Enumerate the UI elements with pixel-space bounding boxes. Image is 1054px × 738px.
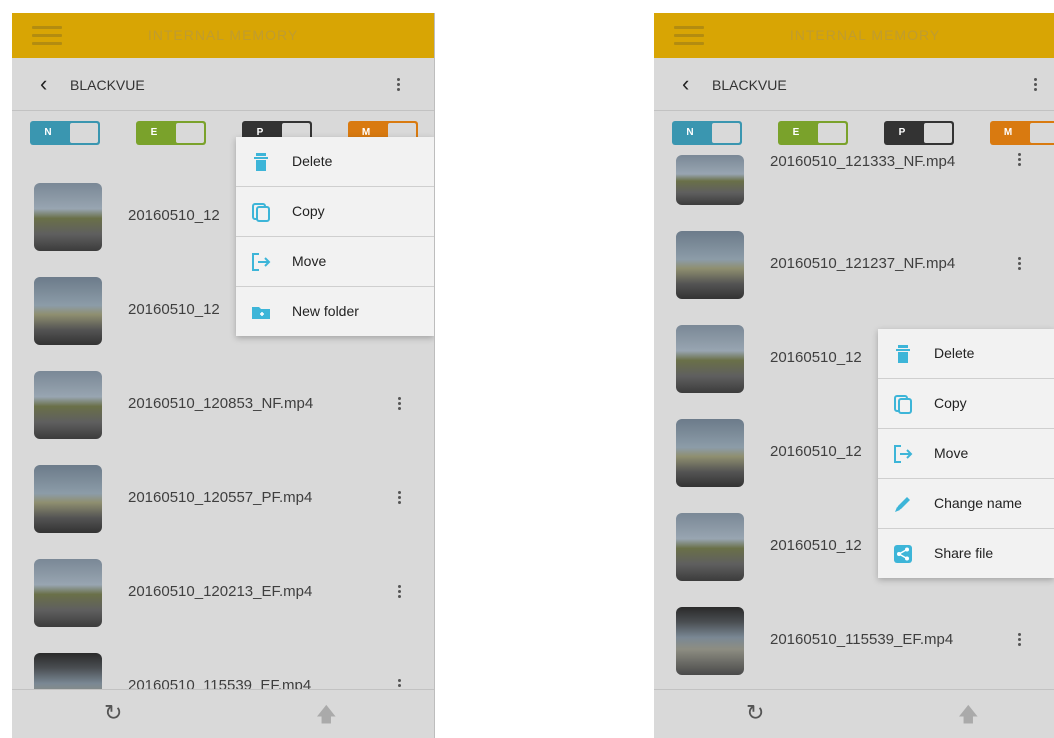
phone-screen-right: INTERNAL MEMORY ‹ BLACKVUE N E P M 20160…: [654, 13, 1054, 738]
file-name: 20160510_12: [128, 207, 220, 224]
video-thumbnail: [676, 419, 744, 487]
upload-arrow-icon[interactable]: 🡅: [316, 700, 337, 734]
bottom-toolbar: ↻ 🡅: [12, 689, 434, 738]
file-row[interactable]: 20160510_121333_NF.mp4: [654, 131, 1054, 225]
filter-label: N: [44, 127, 52, 138]
context-menu: Delete Copy Move Change name Share file: [878, 329, 1054, 578]
video-thumbnail: [676, 513, 744, 581]
header-title: INTERNAL MEMORY: [147, 27, 299, 43]
app-header: INTERNAL MEMORY: [12, 13, 434, 58]
refresh-icon[interactable]: ↻: [746, 700, 764, 726]
context-menu: Delete Copy Move New folder: [236, 137, 434, 336]
copy-icon: [894, 395, 912, 414]
more-options-icon[interactable]: [1034, 78, 1038, 93]
back-chevron-icon[interactable]: ‹: [40, 73, 47, 95]
file-name: 20160510_121237_NF.mp4: [770, 255, 956, 272]
menu-item-move[interactable]: Move: [236, 237, 434, 287]
folder-bar: ‹ BLACKVUE: [12, 58, 434, 111]
video-thumbnail: [676, 325, 744, 393]
folder-bar: ‹ BLACKVUE: [654, 58, 1054, 111]
menu-item-label: Copy: [934, 395, 967, 411]
menu-item-new-folder[interactable]: New folder: [236, 287, 434, 336]
menu-item-delete[interactable]: Delete: [236, 137, 434, 187]
file-name: 20160510_12: [770, 349, 862, 366]
move-icon: [894, 445, 913, 463]
file-name: 20160510_120213_EF.mp4: [128, 583, 313, 600]
filter-toggle-normal[interactable]: N: [30, 121, 100, 145]
file-row[interactable]: 20160510_120213_EF.mp4: [12, 547, 434, 641]
file-options-icon[interactable]: [398, 491, 402, 506]
menu-item-label: Delete: [934, 345, 975, 361]
video-thumbnail: [34, 277, 102, 345]
file-options-icon[interactable]: [1018, 153, 1022, 168]
file-name: 20160510_12: [770, 443, 862, 460]
pencil-icon: [895, 497, 910, 512]
file-options-icon[interactable]: [1018, 257, 1022, 272]
video-thumbnail: [34, 559, 102, 627]
file-options-icon[interactable]: [398, 397, 402, 412]
menu-item-label: Move: [292, 253, 327, 269]
video-thumbnail: [676, 607, 744, 675]
copy-icon: [252, 203, 270, 222]
video-thumbnail: [34, 465, 102, 533]
file-name: 20160510_12: [770, 537, 862, 554]
menu-item-label: Change name: [934, 495, 1022, 511]
menu-item-copy[interactable]: Copy: [236, 187, 434, 237]
file-options-icon[interactable]: [398, 585, 402, 600]
video-thumbnail: [34, 371, 102, 439]
file-name: 20160510_120853_NF.mp4: [128, 395, 314, 412]
folder-icon: [252, 307, 270, 319]
menu-item-share-file[interactable]: Share file: [878, 529, 1054, 578]
bottom-toolbar: ↻ 🡅: [654, 689, 1054, 738]
phone-screen-left: INTERNAL MEMORY ‹ BLACKVUE N E P M 20160…: [12, 13, 435, 738]
file-row[interactable]: 20160510_120853_NF.mp4: [12, 359, 434, 453]
folder-name: BLACKVUE: [70, 77, 145, 93]
video-thumbnail: [676, 231, 744, 299]
menu-item-label: Copy: [292, 203, 325, 219]
menu-item-label: Delete: [292, 153, 333, 169]
file-name: 20160510_121333_NF.mp4: [770, 153, 956, 170]
video-thumbnail: [676, 155, 744, 205]
app-header: INTERNAL MEMORY: [654, 13, 1054, 58]
menu-item-label: Move: [934, 445, 969, 461]
upload-arrow-icon[interactable]: 🡅: [958, 700, 979, 734]
menu-item-delete[interactable]: Delete: [878, 329, 1054, 379]
folder-name: BLACKVUE: [712, 77, 787, 93]
move-icon: [252, 253, 271, 271]
back-chevron-icon[interactable]: ‹: [682, 73, 689, 95]
refresh-icon[interactable]: ↻: [104, 700, 122, 726]
menu-item-move[interactable]: Move: [878, 429, 1054, 479]
video-thumbnail: [34, 183, 102, 251]
trash-icon: [254, 153, 268, 171]
menu-item-change-name[interactable]: Change name: [878, 479, 1054, 529]
filter-toggle-event[interactable]: E: [136, 121, 206, 145]
file-name: 20160510_120557_PF.mp4: [128, 489, 313, 506]
header-title: INTERNAL MEMORY: [789, 27, 941, 43]
menu-item-label: New folder: [292, 303, 359, 319]
file-name: 20160510_115539_EF.mp4: [770, 631, 954, 648]
file-row[interactable]: 20160510_121237_NF.mp4: [654, 219, 1054, 313]
trash-icon: [896, 345, 910, 363]
file-row[interactable]: 20160510_120557_PF.mp4: [12, 453, 434, 547]
file-name: 20160510_12: [128, 301, 220, 318]
menu-item-label: Share file: [934, 545, 994, 561]
share-icon: [894, 545, 912, 563]
filter-label: E: [150, 127, 158, 138]
file-row[interactable]: 20160510_115539_EF.mp4: [654, 595, 1054, 689]
file-options-icon[interactable]: [1018, 633, 1022, 648]
menu-item-copy[interactable]: Copy: [878, 379, 1054, 429]
more-options-icon[interactable]: [397, 78, 401, 93]
